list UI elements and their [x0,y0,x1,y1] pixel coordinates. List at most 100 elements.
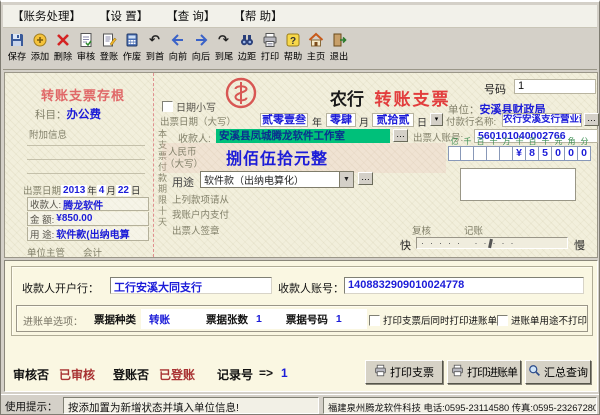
purpose-browse-button[interactable]: … [358,172,373,185]
check-title: 转账支票 [374,90,450,109]
summary-query-button[interactable]: 汇总查询 [525,360,591,384]
stub-line [27,145,145,146]
audit-button[interactable]: 审核 [74,30,97,63]
grid-header: 百 [474,137,487,146]
grid-cell: 0 [552,146,565,161]
payee-account-field[interactable]: 1408832909010024778 [344,277,584,294]
menu-bar: 【账务处理】 【设 置】 【查 询】 【帮 助】 [3,5,597,28]
delete-icon [55,31,71,48]
go-next-button[interactable]: 向后 [189,30,212,63]
signature-box[interactable] [460,168,576,201]
slip-panel: 收款人开户行： 工行安溪大同支行 收款人账号： 1408832909010024… [4,260,598,392]
stub-amount-value[interactable]: ¥850.00 [56,213,92,224]
check-bank-name: 农行 [330,90,364,109]
void-icon [124,31,140,48]
exit-button[interactable]: 退出 [327,30,350,63]
stub-purpose-value[interactable]: 软件款(出纳电算 [56,226,129,241]
stub-payee-label: 收款人: [30,197,61,211]
printer-icon [262,31,278,48]
stub-subject-value[interactable]: 办公费 [67,109,102,121]
help-icon: ? [285,31,301,48]
audit-status-badge: 已审核 [59,366,95,383]
payee-account-label: 收款人账号： [278,280,344,296]
stub-extra-info-label: 附加信息 [29,127,67,141]
app-window: 【账务处理】 【设 置】 【查 询】 【帮 助】 保存 添加 删除 审核 登账 … [0,0,600,415]
slip-options-label: 进账单选项： [23,313,83,328]
stub-subject-label: 科目： [35,109,67,121]
toolbar: 保存 添加 删除 审核 登账 作废 ↶ 到首 向前 [3,28,597,70]
go-last-button[interactable]: ↷ 到尾 [212,30,235,63]
grid-header: 百 [526,137,539,146]
grid-header: 千 [513,137,526,146]
stub-payee-row: 收款人: 腾龙软件 [27,197,149,211]
check-date-year-field[interactable]: 贰零壹叁 [260,113,308,127]
currency-label2: （大写） [165,156,203,170]
payee-bank-label: 收款人开户行： [22,280,99,296]
stub-line [27,159,145,160]
stub-amount-label: 金 额: [30,212,54,226]
print-button[interactable]: 打印 [258,30,281,63]
checkbox-icon[interactable] [369,315,380,326]
chevron-down-icon[interactable]: ▼ [339,172,353,187]
exit-icon [331,31,347,48]
stub-month-unit: 月 [106,183,116,197]
check-main: 本支票付款期限十天 农行 转账支票 号码 1 单位：安溪县财政局 日期小写 出票… [153,73,597,257]
slider-slow-label: 慢 [574,237,585,253]
menu-query[interactable]: 【查 询】 [157,5,224,27]
print-slip-checkbox-label: 打印支票后同时打印进账单 [383,313,497,327]
check-year-unit: 年 [312,114,322,129]
check-number-label: 号码 [484,81,506,97]
home-button[interactable]: 主页 [304,30,327,63]
save-button[interactable]: 保存 [5,30,28,63]
checkbox-icon[interactable] [162,101,173,112]
print-check-button[interactable]: 打印支票 [365,360,443,384]
stub-date-label: 出票日期 [23,183,61,197]
stub-date-year[interactable]: 2013 [61,185,87,196]
checkbox-icon[interactable] [497,315,508,326]
menu-accounting[interactable]: 【账务处理】 [3,5,90,27]
add-button[interactable]: 添加 [28,30,51,63]
print-slip-button[interactable]: 打印进账单 [447,360,521,384]
register-button[interactable]: 登账 [97,30,120,63]
audit-icon [78,31,94,48]
go-first-button[interactable]: ↶ 到首 [143,30,166,63]
purpose-combobox[interactable]: 软件款（出纳电算化） ▼ [200,171,354,188]
stub-date-month[interactable]: 4 [97,185,107,196]
stub-date-day[interactable]: 22 [116,185,131,196]
check-date-day-field[interactable]: 贰拾贰 [372,113,414,127]
go-prev-button[interactable]: 向前 [166,30,189,63]
bill-type-value[interactable]: 转账 [149,312,170,327]
payee-browse-button[interactable]: … [393,129,408,142]
bill-no-value[interactable]: 1 [336,313,342,325]
amount-words[interactable]: 捌佰伍拾元整 [226,145,328,169]
no-purpose-checkbox[interactable]: 进账单用途不打印 [497,313,587,327]
date-spin-button[interactable]: ▾ [430,113,443,126]
print-slip-checkbox[interactable]: 打印支票后同时打印进账单 [369,313,497,327]
check-date-month-field[interactable]: 零肆 [326,113,356,127]
bill-count-value[interactable]: 1 [256,313,262,325]
home-icon [308,31,324,48]
menu-settings[interactable]: 【设 置】 [90,5,157,27]
stub-payee-value[interactable]: 腾龙软件 [63,197,103,212]
purpose-value: 软件款（出纳电算化） [201,172,339,187]
note-line1: 上列款项请从 [172,192,229,206]
tip-text-field: 按添加置为新增状态并填入单位信息! [63,397,319,414]
payee-bank-field[interactable]: 工行安溪大同支行 [110,277,272,294]
check-stub: 转账支票存根 科目：办公费 附加信息 出票日期 2013 年 4 月 22 日 … [7,75,153,255]
void-button[interactable]: 作废 [120,30,143,63]
payee-field[interactable]: 安溪县凤城腾龙软件工作室 [216,129,390,143]
check-day-unit: 日 [417,114,427,129]
go-next-icon [193,31,209,48]
bill-type-label: 票据种类 [94,312,136,327]
margin-button[interactable]: 边距 [235,30,258,63]
delete-button[interactable]: 删除 [51,30,74,63]
check-number-field[interactable]: 1 [514,79,596,94]
slip-options-box: 进账单选项： 票据种类 转账 票据张数 1 票据号码 1 打印支票后同时打印进账… [16,305,588,332]
payer-bank-field[interactable]: 农行安溪支行营业部 [502,113,582,127]
payer-bank-browse-button[interactable]: … [584,113,599,126]
menu-help[interactable]: 【帮 助】 [224,5,291,27]
help-button[interactable]: ? 帮助 [281,30,304,63]
date-lowercase-checkbox[interactable]: 日期小写 [162,99,216,114]
grid-cell: 8 [526,146,539,161]
speed-slider[interactable]: ····· ····· [416,237,568,249]
